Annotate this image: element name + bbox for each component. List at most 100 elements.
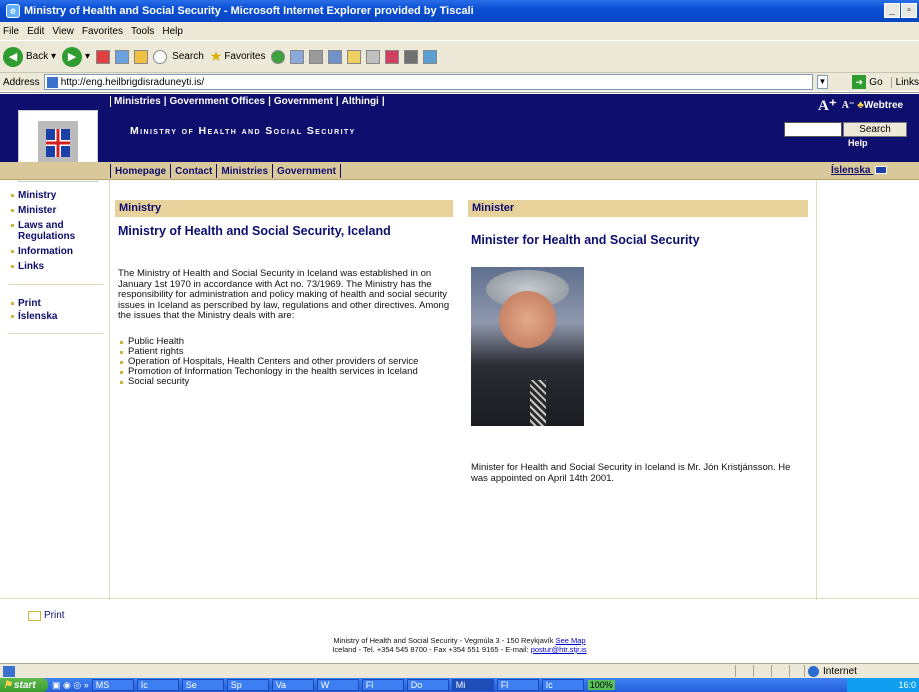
address-input[interactable]: http://eng.heilbrigdisraduneyti.is/ xyxy=(43,74,813,90)
site-footer: Ministry of Health and Social Security -… xyxy=(0,636,919,654)
refresh-icon[interactable] xyxy=(115,49,130,64)
star-icon: ★ xyxy=(209,48,223,64)
sidebar-divider xyxy=(8,333,104,334)
page-status-icon xyxy=(3,665,15,677)
footer-print-link[interactable]: Print xyxy=(28,610,65,621)
help-link[interactable]: Help xyxy=(848,138,868,148)
right-sidebar xyxy=(816,180,919,600)
email-link[interactable]: postur@htr.stjr.is xyxy=(531,645,587,654)
zoom-level[interactable]: 100% xyxy=(587,680,615,690)
sidebar-item-islenska[interactable]: Íslenska xyxy=(10,311,57,322)
status-cell xyxy=(753,665,754,677)
clock: 16:0 xyxy=(898,680,916,690)
top-link-ministries[interactable]: Ministries xyxy=(110,96,161,107)
sidebar-item-links[interactable]: Links xyxy=(10,261,44,272)
ministry-section-header: Ministry xyxy=(115,200,453,217)
menu-help[interactable]: Help xyxy=(162,26,183,37)
nav-homepage[interactable]: Homepage xyxy=(111,166,170,177)
list-item: Social security xyxy=(119,376,190,387)
sidebar-item-laws[interactable]: Laws and Regulations xyxy=(11,220,98,242)
search-button[interactable]: Search xyxy=(153,49,204,64)
edit-icon[interactable] xyxy=(328,49,343,64)
sidebar-item-print[interactable]: Print xyxy=(11,298,41,309)
menu-view[interactable]: View xyxy=(52,26,74,37)
task-button[interactable]: Ic xyxy=(541,679,584,691)
task-button[interactable]: Se xyxy=(181,679,224,691)
font-decrease-icon[interactable]: A⁻ xyxy=(842,100,855,111)
sidebar-divider xyxy=(8,284,104,285)
minister-photo-tie xyxy=(530,380,546,426)
minister-caption: Minister for Health and Social Security … xyxy=(471,462,791,484)
start-button[interactable]: ⚑ start xyxy=(0,678,48,692)
print-icon[interactable] xyxy=(309,49,324,64)
status-cell xyxy=(735,665,736,677)
history-icon[interactable] xyxy=(271,49,286,64)
browser-toolbar: ◀ Back ▾ ▶ ▾ Search ★ Favorites xyxy=(0,40,919,72)
webtree-link[interactable]: Webtree xyxy=(864,100,903,111)
forward-button[interactable]: ▶ ▾ xyxy=(62,46,90,67)
address-url: http://eng.heilbrigdisraduneyti.is/ xyxy=(60,76,205,88)
task-button[interactable]: Va xyxy=(271,679,314,691)
menu-favorites[interactable]: Favorites xyxy=(82,26,123,37)
home-icon[interactable] xyxy=(134,49,149,64)
ie-icon: e xyxy=(6,4,20,18)
go-arrow-icon: ➜ xyxy=(852,75,867,89)
menu-tools[interactable]: Tools xyxy=(131,26,154,37)
maximize-button[interactable]: ▫ xyxy=(901,3,917,18)
menu-file[interactable]: File xyxy=(3,26,19,37)
task-button-active[interactable]: Mi xyxy=(451,679,494,691)
task-button[interactable]: W xyxy=(316,679,359,691)
top-link-althingi[interactable]: Althingi xyxy=(342,96,379,107)
top-link-government-offices[interactable]: Government Offices xyxy=(170,96,266,107)
task-button[interactable]: MS xyxy=(91,679,134,691)
address-dropdown-icon[interactable]: ▼ xyxy=(816,75,829,89)
quick-launch-icons[interactable]: ▣ ◉ ◎ » xyxy=(52,680,89,691)
ministry-body: The Ministry of Health and Social Securi… xyxy=(118,268,450,321)
task-button[interactable]: Fl xyxy=(361,679,404,691)
task-button[interactable]: Do xyxy=(406,679,449,691)
site-title: Ministry of Health and Social Security xyxy=(130,125,356,137)
system-tray: 16:0 xyxy=(847,678,919,692)
nav-ministries[interactable]: Ministries xyxy=(217,166,272,177)
page-icon xyxy=(46,76,58,88)
back-button[interactable]: ◀ Back ▾ xyxy=(3,46,56,67)
sidebar-item-ministry[interactable]: Ministry xyxy=(10,190,56,201)
search-icon xyxy=(153,49,168,64)
sidebar-item-information[interactable]: Information xyxy=(11,246,73,257)
islenska-link-top[interactable]: Íslenska xyxy=(831,165,888,176)
task-button[interactable]: Ic xyxy=(136,679,179,691)
go-button[interactable]: ➜ Go xyxy=(852,75,883,89)
status-cell xyxy=(804,665,805,677)
top-link-government[interactable]: Government xyxy=(274,96,333,107)
task-button[interactable]: Sp xyxy=(226,679,269,691)
font-increase-icon[interactable]: A⁺ xyxy=(818,96,837,115)
stop-icon[interactable] xyxy=(96,49,111,64)
minimize-button[interactable]: _ xyxy=(884,3,900,18)
site-search-input[interactable] xyxy=(784,122,842,137)
status-bar: Internet xyxy=(0,663,919,678)
discuss-icon[interactable] xyxy=(366,49,381,64)
sidebar-item-minister[interactable]: Minister xyxy=(10,205,56,216)
menu-edit[interactable]: Edit xyxy=(27,26,44,37)
globe-icon xyxy=(808,665,819,677)
plugin-icon[interactable] xyxy=(423,49,438,64)
footer-divider xyxy=(0,598,919,599)
see-map-link[interactable]: See Map xyxy=(556,636,586,645)
messenger-icon[interactable] xyxy=(385,49,400,64)
minister-section-header: Minister xyxy=(468,200,808,217)
forward-arrow-icon: ▶ xyxy=(62,46,83,67)
status-cell xyxy=(789,665,790,677)
menu-bar: File Edit View Favorites Tools Help xyxy=(0,22,919,40)
address-bar: Address http://eng.heilbrigdisraduneyti.… xyxy=(0,72,919,91)
nav-government[interactable]: Government xyxy=(273,166,340,177)
research-icon[interactable] xyxy=(404,49,419,64)
nav-contact[interactable]: Contact xyxy=(171,166,216,177)
minister-heading: Minister for Health and Social Security xyxy=(471,233,700,247)
favorites-button[interactable]: ★ Favorites xyxy=(210,48,266,65)
folder-icon[interactable] xyxy=(347,49,362,64)
mail-icon[interactable] xyxy=(290,49,305,64)
minister-photo xyxy=(471,267,584,426)
links-button[interactable]: Links xyxy=(890,76,919,88)
site-search-button[interactable]: Search xyxy=(843,122,907,137)
task-button[interactable]: Fl xyxy=(496,679,539,691)
